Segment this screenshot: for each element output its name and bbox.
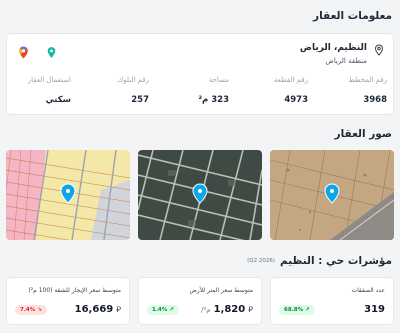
unit-label: م²/ (201, 305, 211, 314)
location-name: النظيم، الرياض (299, 43, 367, 53)
metric-label: متوسط سعر الإيجار للشقة (100 م²) (28, 287, 121, 294)
plan-number-label: رقم المخطط (348, 76, 387, 84)
metric-value: ⃁ 1,820 م²/ (201, 304, 253, 315)
property-photo-satellite[interactable] (270, 150, 394, 240)
change-badge: 7.4% ↘ (15, 305, 47, 315)
property-info-card: النظيم، الرياض منطقة الرياض رقم المخطط 3… (6, 33, 394, 115)
metric-card-transactions: عدد الصفقات 319 68.8% ↗ (270, 277, 394, 325)
block-number-label: رقم البلوك (117, 76, 149, 84)
change-badge: 1.4% ↗ (147, 305, 179, 315)
indicators-title-row: مؤشرات حي : النظيم (Q2 2026) (247, 255, 392, 267)
map-pin-icon[interactable] (45, 46, 58, 59)
metric-label: متوسط سعر المتر للأرض (189, 287, 253, 294)
google-maps-icon[interactable] (17, 46, 30, 59)
change-value: 1.4% (152, 307, 168, 313)
transactions-count: 319 (364, 304, 385, 315)
plot-number-value: 4973 (284, 95, 308, 105)
property-photo-zoning-map[interactable] (6, 150, 130, 240)
land-price-value: 1,820 (213, 304, 246, 315)
property-info-title: معلومات العقار (313, 10, 392, 22)
trend-up-icon: ↗ (169, 307, 174, 313)
riyal-icon: ⃁ (248, 304, 253, 314)
metric-card-land-price: متوسط سعر المتر للأرض ⃁ 1,820 م²/ 1.4% ↗ (138, 277, 262, 325)
change-value: 7.4% (20, 307, 36, 313)
metric-card-rent: متوسط سعر الإيجار للشقة (100 م²) ⃁ 16,66… (6, 277, 130, 325)
metric-label: عدد الصفقات (351, 287, 385, 294)
plan-number-value: 3968 (363, 95, 387, 105)
indicators-title: مؤشرات حي : النظيم (279, 255, 392, 267)
location-pin-icon (374, 44, 384, 56)
area-label: مساحة (208, 76, 229, 84)
block-number-value: 257 (131, 95, 149, 105)
plot-number-label: رقم القطعة (273, 76, 308, 84)
metric-value: ⃁ 16,669 (75, 304, 121, 315)
change-value: 68.8% (284, 307, 304, 313)
property-photo-aerial[interactable] (138, 150, 262, 240)
property-use-value: سكني (45, 95, 71, 105)
rent-value: 16,669 (74, 304, 114, 315)
trend-up-icon: ↗ (305, 307, 310, 313)
area-value: 323 م² (198, 95, 229, 105)
riyal-icon: ⃁ (116, 304, 121, 314)
period-badge: (Q2 2026) (247, 258, 275, 264)
trend-down-icon: ↘ (37, 307, 42, 313)
change-badge: 68.8% ↗ (279, 305, 315, 315)
photos-title: صور العقار (334, 128, 392, 140)
location-region: منطقة الرياض (325, 57, 367, 65)
metric-value: 319 (364, 304, 385, 315)
property-use-label: استعمال العقار (27, 76, 71, 84)
